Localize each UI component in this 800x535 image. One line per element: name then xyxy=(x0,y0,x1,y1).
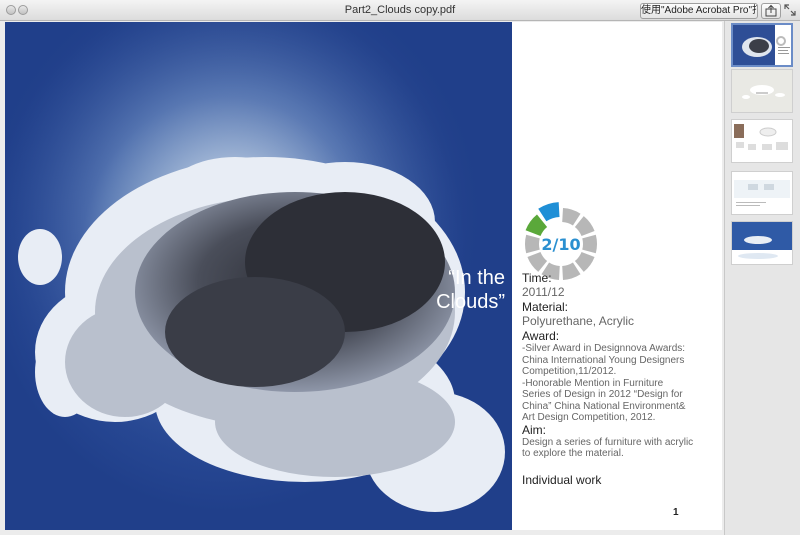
thumbnail-page-5[interactable] xyxy=(731,221,793,265)
award-line: China International Young Designers xyxy=(522,354,685,366)
progress-segment xyxy=(574,251,595,272)
award-line: Competition,11/2012. xyxy=(522,366,617,377)
material-value: Polyurethane, Acrylic xyxy=(522,314,635,328)
time-label: Time: xyxy=(522,271,552,285)
progress-segment xyxy=(574,216,595,237)
thumbnail-page-1[interactable] xyxy=(731,23,793,67)
award-line: Series of Design in 2012 “Design for xyxy=(522,389,683,400)
aim-label: Aim: xyxy=(522,422,546,437)
cloud-photo: “In the Clouds” xyxy=(5,22,512,530)
award-line: China” China National Environment& xyxy=(522,400,686,412)
pdf-page: “In the Clouds” 2/10 Time: 2011/12 Mater… xyxy=(5,22,722,530)
fullscreen-icon xyxy=(784,4,796,16)
individual-work: Individual work xyxy=(522,472,602,487)
award-line: -Silver Award in Designnova Awards: xyxy=(522,343,686,354)
aim-line: Design a series of furniture with acryli… xyxy=(522,436,694,448)
thumbnail-sidebar xyxy=(724,21,800,535)
progress-label: 2/10 xyxy=(541,235,580,254)
page-number: 1 xyxy=(673,507,679,518)
thumbnail-image xyxy=(733,25,791,65)
project-title-line1: “In the xyxy=(448,267,505,289)
project-title-line2: Clouds” xyxy=(436,291,505,313)
share-button[interactable] xyxy=(761,3,781,19)
award-label: Award: xyxy=(522,329,560,343)
progress-segment xyxy=(525,214,548,237)
time-value: 2011/12 xyxy=(522,285,565,299)
thumbnail-image xyxy=(732,172,792,214)
progress-segment xyxy=(525,234,540,254)
progress-segment xyxy=(582,234,597,254)
open-with-acrobat-button[interactable]: 使用"Adobe Acrobat Pro"打开 xyxy=(640,3,758,19)
thumbnail-image xyxy=(732,70,792,112)
aim-line: to explore the material. xyxy=(522,448,624,459)
progress-segment xyxy=(527,251,548,272)
thumbnail-image xyxy=(732,120,792,162)
title-bar: Part2_Clouds copy.pdf 使用"Adobe Acrobat P… xyxy=(0,0,800,21)
thumbnail-image xyxy=(732,222,792,264)
award-text: -Silver Award in Designnova Awards: Chin… xyxy=(522,343,712,424)
project-info: Time: 2011/12 Material: Polyurethane, Ac… xyxy=(522,272,712,486)
material-label: Material: xyxy=(522,300,569,314)
thumbnail-page-3[interactable] xyxy=(731,119,793,163)
progress-segment xyxy=(562,208,581,226)
aim-text: Design a series of furniture with acryli… xyxy=(522,437,712,460)
thumbnail-page-2[interactable] xyxy=(731,69,793,113)
project-title: “In the Clouds” xyxy=(425,266,505,314)
share-icon xyxy=(765,4,777,17)
thumbnail-page-4[interactable] xyxy=(731,171,793,215)
fullscreen-button[interactable] xyxy=(783,3,798,19)
award-line: Art Design Competition, 2012. xyxy=(522,412,656,423)
award-line: -Honorable Mention in Furniture xyxy=(522,377,664,389)
progress-segment xyxy=(538,202,560,222)
